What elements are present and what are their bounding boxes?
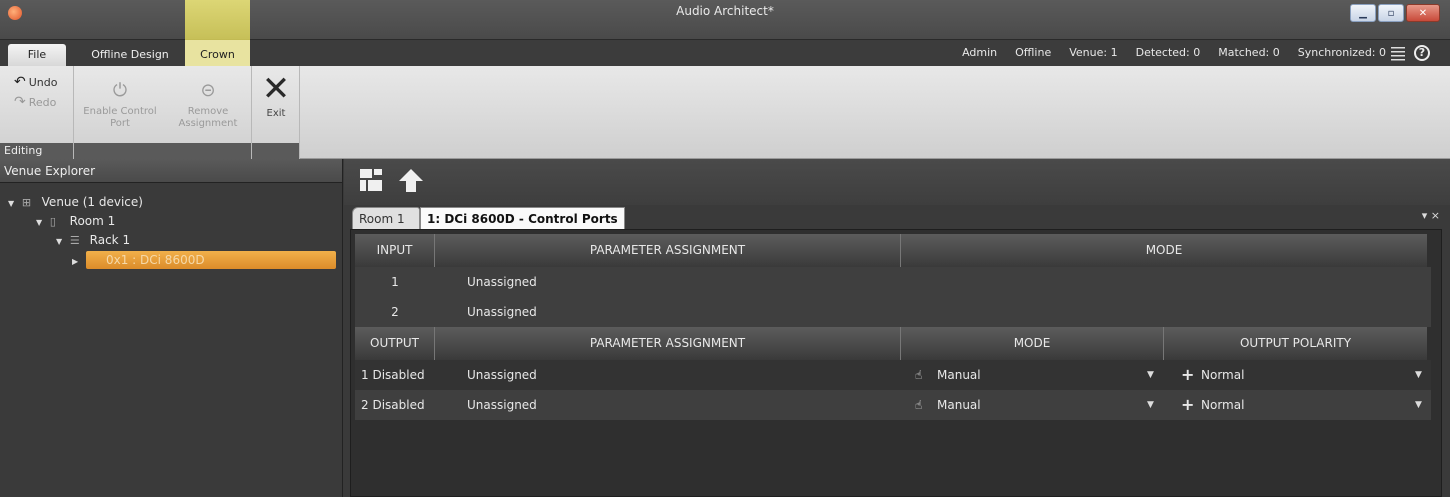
chevron-down-icon[interactable]: ▼ xyxy=(1147,390,1154,420)
hamburger-menu-icon[interactable] xyxy=(1390,45,1406,61)
status-mode: Offline xyxy=(1015,46,1052,59)
main-toolbar xyxy=(344,159,1450,205)
chevron-down-icon[interactable]: ▼ xyxy=(1415,390,1422,420)
enable-port-icon: ⏻ xyxy=(112,80,128,101)
tree-item-rack[interactable]: ▼ ☰ Rack 1 xyxy=(56,230,130,250)
expand-triangle-icon[interactable]: ▼ xyxy=(8,194,18,214)
remove-assignment-button[interactable]: ⊝ Remove Assignment xyxy=(170,76,246,130)
input-number: 1 xyxy=(391,275,399,289)
control-ports-content: INPUT PARAMETER ASSIGNMENT MODE 1 Unassi… xyxy=(350,229,1442,497)
output-polarity-header: OUTPUT POLARITY xyxy=(1164,327,1427,360)
output-label: 2 Disabled xyxy=(361,398,425,412)
ribbon-group-exit: ✕ Exit xyxy=(252,66,300,159)
output-polarity-select[interactable]: Normal xyxy=(1201,360,1244,390)
status-user: Admin xyxy=(962,46,998,59)
status-bar: Admin Offline Venue: 1 Detected: 0 Match… xyxy=(962,46,1386,59)
tree-item-venue[interactable]: ▼ ⊞ Venue (1 device) xyxy=(8,192,143,212)
tree-label-venue: Venue (1 device) xyxy=(41,195,143,209)
tab-room-1[interactable]: Room 1 xyxy=(352,207,420,229)
remove-assignment-label: Remove Assignment xyxy=(178,106,238,129)
status-matched: Matched: 0 xyxy=(1218,46,1280,59)
output-row[interactable]: 2 Disabled Unassigned ☝ Manual ▼ + Norma… xyxy=(355,390,1431,420)
input-row[interactable]: 1 Unassigned xyxy=(355,267,1431,297)
exit-button[interactable]: ✕ Exit xyxy=(258,69,294,120)
hand-pointer-icon: ☝ xyxy=(915,398,923,412)
undo-button[interactable]: ↶ Undo xyxy=(14,74,57,90)
venue-explorer-panel: Venue Explorer ▼ ⊞ Venue (1 device) ▼ ▯ … xyxy=(0,159,343,497)
plus-icon: + xyxy=(1181,365,1195,384)
venue-explorer-title: Venue Explorer xyxy=(0,159,342,183)
output-row[interactable]: 1 Disabled Unassigned ☝ Manual ▼ + Norma… xyxy=(355,360,1431,390)
param-assignment-header: PARAMETER ASSIGNMENT xyxy=(435,234,901,267)
output-assignment[interactable]: Unassigned xyxy=(467,390,537,420)
ribbon-group-label-empty xyxy=(74,143,251,159)
ribbon-group-label: Editing xyxy=(0,143,73,159)
ribbon-group-ports: ⏻ Enable Control Port ⊝ Remove Assignmen… xyxy=(74,66,252,159)
window-title: Audio Architect* xyxy=(676,4,774,18)
mode-header: MODE xyxy=(901,234,1427,267)
output-label: 1 Disabled xyxy=(361,368,425,382)
tree-item-device[interactable]: 0x1 : DCi 8600D xyxy=(86,251,336,269)
input-assignment[interactable]: Unassigned xyxy=(467,267,537,297)
undo-icon: ↶ xyxy=(14,74,26,90)
status-venue: Venue: 1 xyxy=(1069,46,1118,59)
layout-icon[interactable] xyxy=(358,167,384,193)
input-column-header: INPUT xyxy=(355,234,435,267)
tree-item-room[interactable]: ▼ ▯ Room 1 xyxy=(36,211,115,231)
tab-control-ports[interactable]: 1: DCi 8600D - Control Ports xyxy=(420,207,625,229)
room-icon: ▯ xyxy=(49,215,56,228)
expand-triangle-icon[interactable]: ▼ xyxy=(56,232,66,252)
input-assignment[interactable]: Unassigned xyxy=(467,297,537,327)
mode-header: MODE xyxy=(901,327,1164,360)
output-assignment[interactable]: Unassigned xyxy=(467,360,537,390)
output-mode-select[interactable]: Manual xyxy=(937,360,981,390)
help-icon[interactable]: ? xyxy=(1414,45,1430,61)
remove-assignment-icon: ⊝ xyxy=(200,80,216,101)
redo-label: Redo xyxy=(28,95,57,109)
ribbon-group-label-exit xyxy=(252,143,299,159)
param-assignment-header: PARAMETER ASSIGNMENT xyxy=(435,327,901,360)
window-controls: ▁ ▫ ✕ xyxy=(1350,4,1440,22)
title-bar: Audio Architect* ▁ ▫ ✕ xyxy=(0,0,1450,40)
exit-label: Exit xyxy=(266,108,286,119)
status-synchronized: Synchronized: 0 xyxy=(1297,46,1386,59)
input-number: 2 xyxy=(391,305,399,319)
tab-crown[interactable]: Crown xyxy=(185,40,250,66)
tree-label-rack: Rack 1 xyxy=(89,233,131,247)
hand-pointer-icon: ☝ xyxy=(915,368,923,382)
maximize-button[interactable]: ▫ xyxy=(1378,4,1404,22)
undo-label: Undo xyxy=(28,75,58,89)
tab-offline-design[interactable]: Offline Design xyxy=(80,44,180,66)
minimize-button[interactable]: ▁ xyxy=(1350,4,1376,22)
ribbon: ↶ Undo ↷ Redo Editing ⏻ Enable Control P… xyxy=(0,66,1450,159)
redo-button[interactable]: ↷ Redo xyxy=(14,94,56,110)
redo-icon: ↷ xyxy=(14,94,26,110)
output-polarity-select[interactable]: Normal xyxy=(1201,390,1244,420)
status-detected: Detected: 0 xyxy=(1135,46,1201,59)
enable-control-port-label: Enable Control Port xyxy=(83,106,157,129)
tree-label-room: Room 1 xyxy=(69,214,116,228)
tab-file[interactable]: File xyxy=(8,44,66,66)
input-row[interactable]: 2 Unassigned xyxy=(355,297,1431,327)
output-mode-select[interactable]: Manual xyxy=(937,390,981,420)
up-arrow-icon[interactable] xyxy=(398,167,424,193)
rack-icon: ☰ xyxy=(69,234,80,247)
main-panel: Room 1 1: DCi 8600D - Control Ports ▾ × … xyxy=(344,159,1450,497)
chevron-down-icon[interactable]: ▼ xyxy=(1147,360,1154,390)
collapse-triangle-icon[interactable]: ▶ xyxy=(72,250,82,270)
expand-triangle-icon[interactable]: ▼ xyxy=(36,213,46,233)
close-button[interactable]: ✕ xyxy=(1406,4,1440,22)
exit-x-icon: ✕ xyxy=(261,69,291,109)
enable-control-port-button[interactable]: ⏻ Enable Control Port xyxy=(82,76,158,130)
chevron-down-icon[interactable]: ▼ xyxy=(1415,360,1422,390)
venue-icon: ⊞ xyxy=(21,196,32,209)
tab-panel-controls[interactable]: ▾ × xyxy=(1422,209,1440,222)
ribbon-group-editing: ↶ Undo ↷ Redo Editing xyxy=(0,66,74,159)
plus-icon: + xyxy=(1181,395,1195,414)
output-column-header: OUTPUT xyxy=(355,327,435,360)
menu-row: File Offline Design Crown Admin Offline … xyxy=(0,40,1450,66)
